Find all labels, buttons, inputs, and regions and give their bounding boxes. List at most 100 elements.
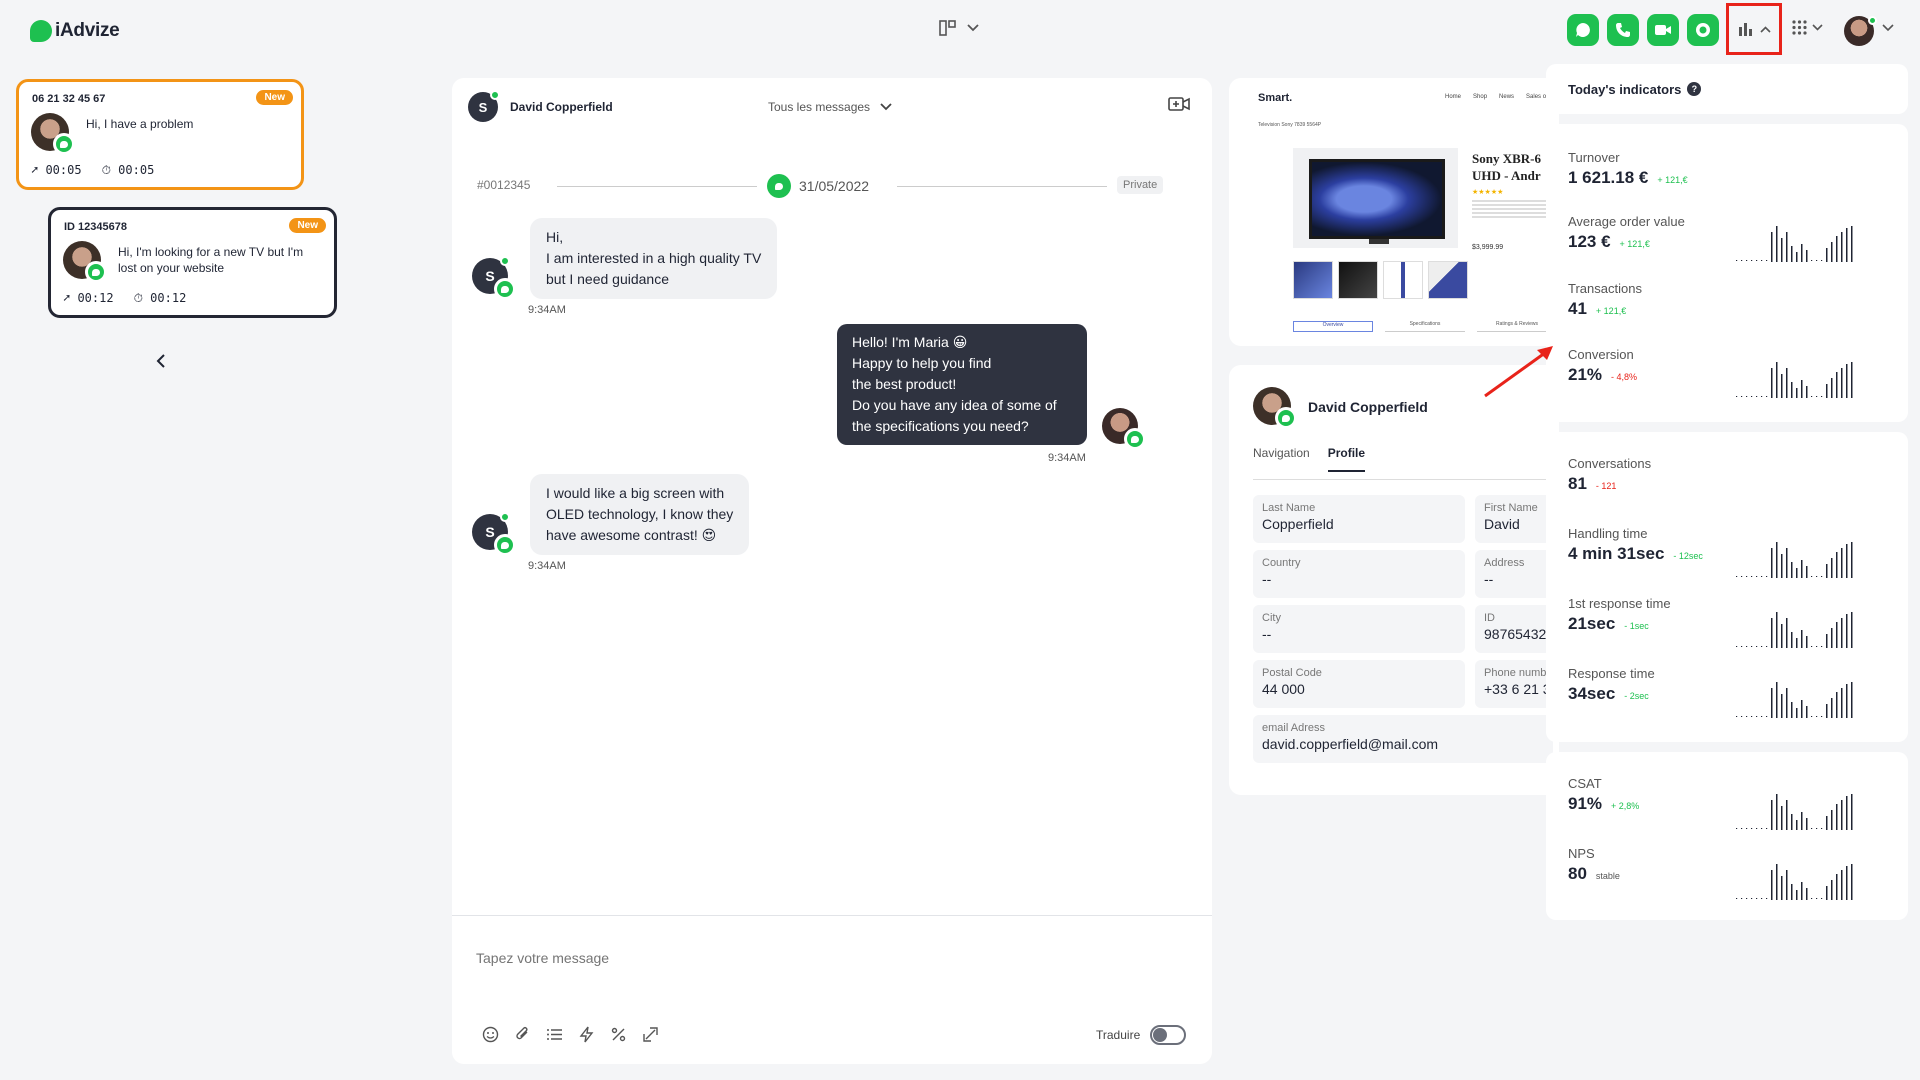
- tab-navigation[interactable]: Navigation: [1253, 446, 1310, 472]
- date-separator: 31/05/2022: [767, 174, 869, 198]
- cobrowsing-icon[interactable]: [641, 1025, 660, 1044]
- apps-menu-button[interactable]: [1792, 20, 1823, 35]
- sparkline-bar: [1781, 624, 1783, 648]
- conversation-id: #0012345: [477, 178, 531, 192]
- sparkline-bar: [1781, 694, 1783, 718]
- sparkline-bar: [1786, 688, 1788, 718]
- sparkline-bar: [1776, 226, 1778, 262]
- phone-channel-button[interactable]: [1607, 14, 1639, 46]
- field-value: --: [1262, 571, 1272, 587]
- collapse-sidebar-button[interactable]: [155, 354, 167, 368]
- product-tabs: Overview Specifications Ratings & Review…: [1293, 321, 1557, 332]
- visitor-message: I would like a big screen with OLED tech…: [530, 474, 750, 555]
- message-time: 9:34AM: [528, 560, 566, 572]
- sparkline-bar: [1806, 706, 1808, 718]
- sparkline-bar: [1791, 632, 1793, 648]
- sparkline-bar: [1771, 800, 1773, 830]
- field-value: --: [1262, 626, 1272, 642]
- sparkline-bar: [1736, 828, 1738, 829]
- sparkline-bar: [1736, 576, 1738, 577]
- sparkline-bar: [1841, 800, 1843, 830]
- translate-toggle[interactable]: [1150, 1025, 1187, 1045]
- indicators-toggle-button[interactable]: [1726, 3, 1782, 55]
- app-logo[interactable]: iAdvize: [30, 20, 120, 42]
- sparkline-bar: [1806, 386, 1808, 398]
- sparkline-bar: [1786, 368, 1788, 398]
- emoji-icon[interactable]: [481, 1025, 500, 1044]
- commerce-indicators-card: Turnover 1 621.18 € + 121,€ Average order…: [1546, 124, 1908, 422]
- sparkline-bar: [1751, 646, 1753, 647]
- translate-label: Traduire: [1096, 1028, 1141, 1042]
- sparkline-bar: [1766, 576, 1768, 577]
- metric-label: Response time: [1568, 666, 1655, 681]
- chat-channel-icon: [494, 278, 516, 300]
- sparkline-bar: [1841, 368, 1843, 398]
- conversation-card[interactable]: 06 21 32 45 67 New Hi, I have a problem …: [16, 79, 304, 190]
- sparkline-bar: [1851, 682, 1853, 718]
- message-line: Do you have any idea of some of: [852, 397, 1057, 413]
- field-city[interactable]: City --: [1253, 605, 1465, 653]
- field-country[interactable]: Country --: [1253, 550, 1465, 598]
- sparkline-bar: [1836, 236, 1838, 262]
- sparkline-bar: [1851, 226, 1853, 262]
- divider: [897, 186, 1107, 187]
- video-call-icon[interactable]: [1168, 96, 1190, 112]
- conversation-date: 31/05/2022: [799, 178, 870, 194]
- video-channel-button[interactable]: [1647, 14, 1679, 46]
- field-email[interactable]: email Adress david.copperfield@mail.com: [1253, 715, 1553, 763]
- list-icon[interactable]: [545, 1025, 564, 1044]
- sparkline-bar: [1736, 898, 1738, 899]
- layout-switcher[interactable]: [939, 20, 979, 36]
- lightning-icon[interactable]: [577, 1025, 596, 1044]
- help-icon[interactable]: ?: [1687, 82, 1702, 96]
- sparkline-bar: [1786, 800, 1788, 830]
- sparkline-bar: [1821, 828, 1823, 829]
- chevron-down-icon[interactable]: [1882, 24, 1894, 32]
- message-line: the best product!: [852, 376, 957, 392]
- conversation-indicators-card: Conversations 81 - 121 Handling time 4 mi…: [1546, 432, 1908, 742]
- metric-delta: - 1sec: [1624, 621, 1649, 631]
- last-message: Hi, I'm looking for a new TV but I'm los…: [118, 245, 304, 275]
- metric-label: Average order value: [1568, 214, 1685, 229]
- conversation-timers: ➚ 00:05 ⏱ 00:05: [31, 163, 154, 178]
- chat-panel: S David Copperfield Tous les messages #0…: [452, 78, 1212, 1064]
- sparkline-bar: [1821, 646, 1823, 647]
- messaging-channel-button[interactable]: [1687, 14, 1719, 46]
- product-tab: Specifications: [1385, 321, 1465, 332]
- sparkline-bar: [1836, 552, 1838, 578]
- sparkline-bar: [1811, 576, 1813, 577]
- cobrowsing-preview[interactable]: Smart. Home Shop News Sales o Television…: [1229, 78, 1559, 346]
- indicators-header: Today's indicators ?: [1546, 64, 1908, 114]
- percent-icon[interactable]: [609, 1025, 628, 1044]
- metric-turnover: Turnover 1 621.18 € + 121,€: [1568, 150, 1688, 188]
- thumbnail: [1293, 261, 1333, 299]
- sparkline-bar: [1781, 374, 1783, 398]
- new-badge: New: [256, 90, 293, 105]
- sparkline-bar: [1736, 260, 1738, 261]
- message-filter-dropdown[interactable]: Tous les messages: [768, 100, 892, 114]
- site-breadcrumb: Television Sony 7839 5564P: [1258, 122, 1322, 128]
- online-status-dot: [490, 90, 500, 100]
- sparkline-bar: [1801, 812, 1803, 830]
- sparkline-bar: [1811, 646, 1813, 647]
- field-label: Last Name: [1262, 502, 1316, 514]
- tab-profile[interactable]: Profile: [1327, 446, 1366, 472]
- field-last-name[interactable]: Last Name Copperfield: [1253, 495, 1465, 543]
- sparkline-bar: [1766, 898, 1768, 899]
- app-name: iAdvize: [55, 20, 120, 41]
- sparkline-bar: [1826, 886, 1828, 900]
- sparkline-bar: [1751, 898, 1753, 899]
- sparkline-bar: [1791, 246, 1793, 262]
- conversation-card[interactable]: ID 12345678 New Hi, I'm looking for a ne…: [48, 207, 337, 318]
- conversation-identifier: 06 21 32 45 67: [32, 93, 106, 105]
- conversation-timers: ➚ 00:12 ⏱ 00:12: [63, 291, 186, 306]
- message-input[interactable]: [476, 950, 976, 966]
- attachment-icon[interactable]: [513, 1025, 532, 1044]
- chat-channel-button[interactable]: [1567, 14, 1599, 46]
- metric-value: 41: [1568, 299, 1587, 318]
- sparkline-bar: [1806, 250, 1808, 262]
- sparkline-bar: [1741, 576, 1743, 577]
- field-postal-code[interactable]: Postal Code 44 000: [1253, 660, 1465, 708]
- message-line: I am interested in a high quality TV: [546, 250, 762, 266]
- sparkline-bar: [1746, 576, 1748, 577]
